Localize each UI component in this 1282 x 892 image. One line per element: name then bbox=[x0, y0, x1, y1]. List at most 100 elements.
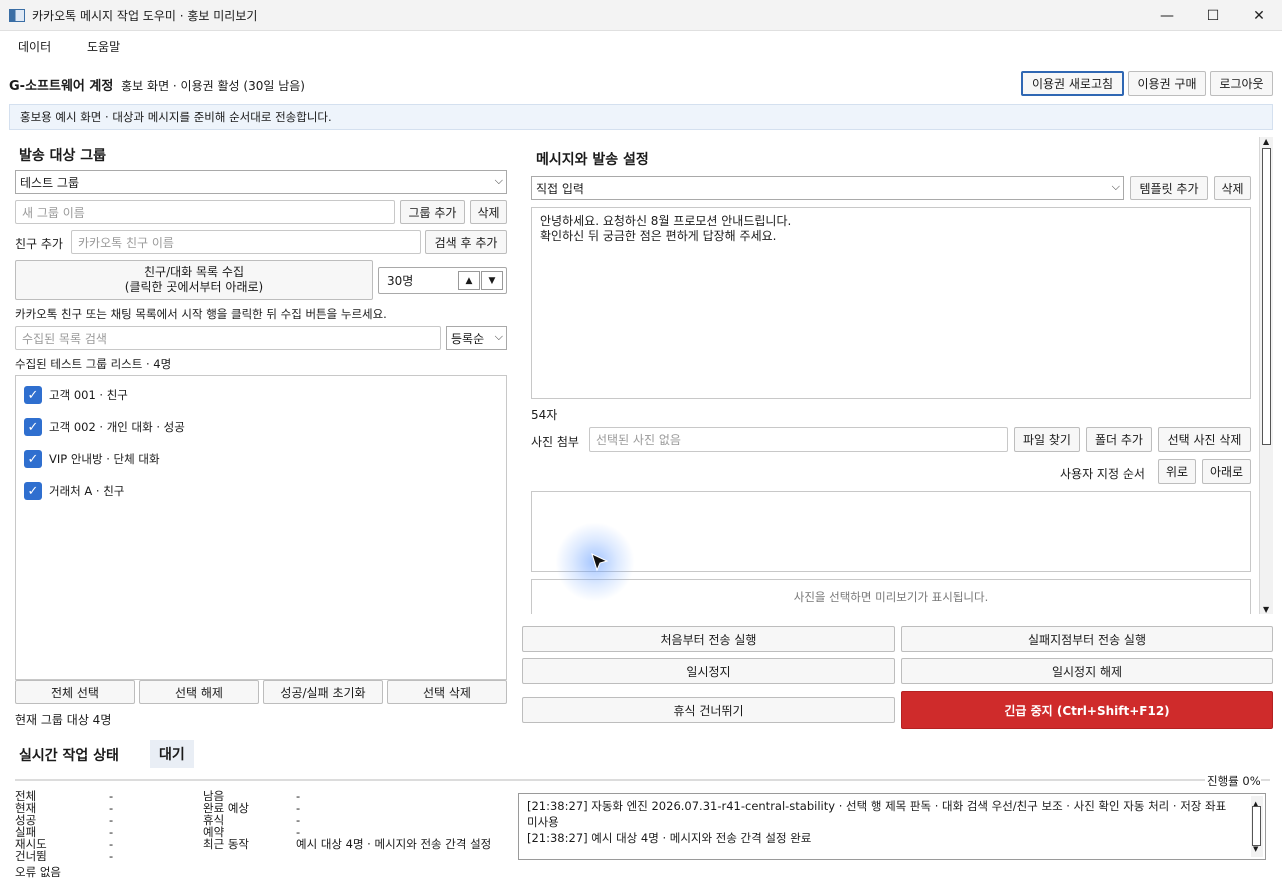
account-name: G-소프트웨어 계정 bbox=[9, 79, 114, 94]
order-label: 사용자 지정 순서 bbox=[1060, 467, 1145, 481]
close-button[interactable]: ✕ bbox=[1236, 0, 1282, 31]
account-status: 홍보 화면 · 이용권 활성 (30일 남음) bbox=[121, 79, 305, 93]
add-template-button[interactable]: 템플릿 추가 bbox=[1130, 176, 1208, 200]
refresh-license-button[interactable]: 이용권 새로고침 bbox=[1021, 71, 1124, 96]
list-item[interactable]: ✓ 거래처 A · 친구 bbox=[24, 480, 124, 502]
right-panel-scrollbar[interactable]: ▲ ▼ bbox=[1259, 137, 1273, 614]
message-settings-heading: 메시지와 발송 설정 bbox=[536, 152, 649, 168]
list-item-label: VIP 안내방 · 단체 대화 bbox=[49, 452, 160, 466]
delete-template-button[interactable]: 삭제 bbox=[1214, 176, 1251, 200]
add-group-button[interactable]: 그룹 추가 bbox=[400, 200, 465, 224]
chevron-down-icon: ⌵ bbox=[494, 330, 503, 343]
error-status: 오류 없음 bbox=[15, 865, 61, 879]
log-line: [21:38:27] 자동화 엔진 2026.07.31-r41-central… bbox=[527, 799, 1227, 829]
add-friend-label: 친구 추가 bbox=[15, 237, 63, 251]
status-badge: 대기 bbox=[150, 740, 194, 768]
skip-rest-button[interactable]: 휴식 건너뛰기 bbox=[522, 697, 895, 723]
progress-label: 진행률 0% bbox=[1205, 773, 1261, 789]
group-select[interactable]: 테스트 그룹 ⌵ bbox=[15, 170, 507, 194]
logout-button[interactable]: 로그아웃 bbox=[1210, 71, 1273, 96]
message-line: 확인하신 뒤 궁금한 점은 편하게 답장해 주세요. bbox=[540, 229, 777, 243]
status-heading: 실시간 작업 상태 bbox=[19, 748, 119, 764]
photo-preview: 사진을 선택하면 미리보기가 표시됩니다. bbox=[531, 579, 1251, 614]
deselect-button[interactable]: 선택 해제 bbox=[139, 680, 259, 704]
message-line: 안녕하세요. 요청하신 8월 프로모션 안내드립니다. bbox=[540, 214, 792, 228]
log-line: [21:38:27] 예시 대상 4명 · 메시지와 전송 간격 설정 완료 bbox=[527, 831, 812, 845]
target-list[interactable]: ✓ 고객 001 · 친구 ✓ 고객 002 · 개인 대화 · 성공 ✓ VI… bbox=[15, 375, 507, 680]
sort-value: 등록순 bbox=[451, 331, 485, 346]
list-item[interactable]: ✓ 고객 002 · 개인 대화 · 성공 bbox=[24, 416, 185, 438]
current-group-count: 현재 그룹 대상 4명 bbox=[15, 713, 112, 727]
menu-data[interactable]: 데이터 bbox=[18, 38, 51, 55]
sort-select[interactable]: 등록순 ⌵ bbox=[446, 326, 507, 350]
scroll-up-icon[interactable]: ▲ bbox=[1263, 137, 1269, 146]
photo-path-placeholder: 선택된 사진 없음 bbox=[596, 433, 681, 447]
reset-result-button[interactable]: 성공/실패 초기화 bbox=[263, 680, 383, 704]
checkbox-checked-icon[interactable]: ✓ bbox=[24, 418, 42, 436]
count-value: 30명 bbox=[387, 274, 414, 288]
move-down-button[interactable]: 아래로 bbox=[1202, 459, 1251, 484]
collect-hint: 카카오톡 친구 또는 채팅 목록에서 시작 행을 클릭한 뒤 수집 버튼을 누르… bbox=[15, 307, 387, 321]
emergency-stop-button[interactable]: 긴급 중지 (Ctrl+Shift+F12) bbox=[901, 691, 1273, 729]
notice-banner: 홍보용 예시 화면 · 대상과 메시지를 준비해 순서대로 전송합니다. bbox=[9, 104, 1273, 130]
add-folder-button[interactable]: 폴더 추가 bbox=[1086, 427, 1152, 452]
count-spinner[interactable]: 30명 ▲ ▼ bbox=[378, 267, 507, 294]
list-item[interactable]: ✓ VIP 안내방 · 단체 대화 bbox=[24, 448, 160, 470]
move-up-button[interactable]: 위로 bbox=[1158, 459, 1196, 484]
select-all-button[interactable]: 전체 선택 bbox=[15, 680, 135, 704]
friend-name-placeholder: 카카오톡 친구 이름 bbox=[78, 235, 174, 250]
stat-label: 최근 동작 bbox=[203, 837, 249, 851]
chevron-down-icon: ⌵ bbox=[494, 174, 503, 187]
resume-button[interactable]: 일시정지 해제 bbox=[901, 658, 1273, 684]
stat-label: 건너뜀 bbox=[15, 849, 47, 863]
photo-list[interactable] bbox=[531, 491, 1251, 572]
collect-list-button[interactable]: 친구/대화 목록 수집 (클릭한 곳에서부터 아래로) bbox=[15, 260, 373, 300]
scrollbar-thumb[interactable] bbox=[1252, 806, 1261, 846]
spin-up-icon[interactable]: ▲ bbox=[458, 271, 480, 290]
checkbox-checked-icon[interactable]: ✓ bbox=[24, 450, 42, 468]
friend-name-input[interactable]: 카카오톡 친구 이름 bbox=[71, 230, 421, 254]
template-select[interactable]: 직접 입력 ⌵ bbox=[531, 176, 1124, 200]
mouse-cursor-icon bbox=[591, 553, 609, 572]
list-item-label: 고객 002 · 개인 대화 · 성공 bbox=[49, 420, 185, 434]
delete-photo-button[interactable]: 선택 사진 삭제 bbox=[1158, 427, 1251, 452]
list-item[interactable]: ✓ 고객 001 · 친구 bbox=[24, 384, 128, 406]
chevron-down-icon: ⌵ bbox=[1111, 180, 1120, 193]
run-from-start-button[interactable]: 처음부터 전송 실행 bbox=[522, 626, 895, 652]
find-file-button[interactable]: 파일 찾기 bbox=[1014, 427, 1080, 452]
list-item-label: 고객 001 · 친구 bbox=[49, 388, 128, 402]
minimize-button[interactable]: — bbox=[1144, 0, 1190, 31]
maximize-button[interactable]: ☐ bbox=[1190, 0, 1236, 31]
log-box[interactable]: [21:38:27] 자동화 엔진 2026.07.31-r41-central… bbox=[518, 793, 1266, 860]
app-icon bbox=[9, 9, 25, 22]
filter-list-input[interactable]: 수집된 목록 검색 bbox=[15, 326, 441, 350]
pause-button[interactable]: 일시정지 bbox=[522, 658, 895, 684]
scroll-down-icon[interactable]: ▼ bbox=[1263, 605, 1269, 614]
buy-license-button[interactable]: 이용권 구매 bbox=[1128, 71, 1206, 96]
checkbox-checked-icon[interactable]: ✓ bbox=[24, 482, 42, 500]
delete-selected-button[interactable]: 선택 삭제 bbox=[387, 680, 507, 704]
scroll-down-icon[interactable]: ▼ bbox=[1253, 841, 1258, 857]
message-textarea[interactable]: 안녕하세요. 요청하신 8월 프로모션 안내드립니다. 확인하신 뒤 궁금한 점… bbox=[531, 207, 1251, 399]
filter-list-placeholder: 수집된 목록 검색 bbox=[22, 331, 107, 346]
checkbox-checked-icon[interactable]: ✓ bbox=[24, 386, 42, 404]
search-add-button[interactable]: 검색 후 추가 bbox=[425, 230, 507, 254]
window-title: 카카오톡 메시지 작업 도우미 · 홍보 미리보기 bbox=[32, 9, 258, 23]
group-select-value: 테스트 그룹 bbox=[20, 175, 80, 190]
scrollbar-thumb[interactable] bbox=[1262, 148, 1271, 445]
spin-down-icon[interactable]: ▼ bbox=[481, 271, 503, 290]
list-item-label: 거래처 A · 친구 bbox=[49, 484, 125, 498]
photo-attach-label: 사진 첨부 bbox=[531, 435, 579, 449]
collect-line2: (클릭한 곳에서부터 아래로) bbox=[124, 280, 264, 294]
photo-path-input[interactable]: 선택된 사진 없음 bbox=[589, 427, 1008, 452]
delete-group-button[interactable]: 삭제 bbox=[470, 200, 507, 224]
char-count: 54자 bbox=[531, 408, 558, 422]
log-scrollbar[interactable]: ▲ ▼ bbox=[1251, 796, 1263, 857]
target-group-heading: 발송 대상 그룹 bbox=[19, 148, 107, 164]
new-group-input[interactable]: 새 그룹 이름 bbox=[15, 200, 395, 224]
run-from-failed-button[interactable]: 실패지점부터 전송 실행 bbox=[901, 626, 1273, 652]
stat-value: 예시 대상 4명 · 메시지와 전송 간격 설정 bbox=[296, 837, 492, 851]
collect-line1: 친구/대화 목록 수집 bbox=[144, 265, 244, 279]
menu-help[interactable]: 도움말 bbox=[87, 38, 120, 55]
template-select-value: 직접 입력 bbox=[536, 181, 584, 196]
